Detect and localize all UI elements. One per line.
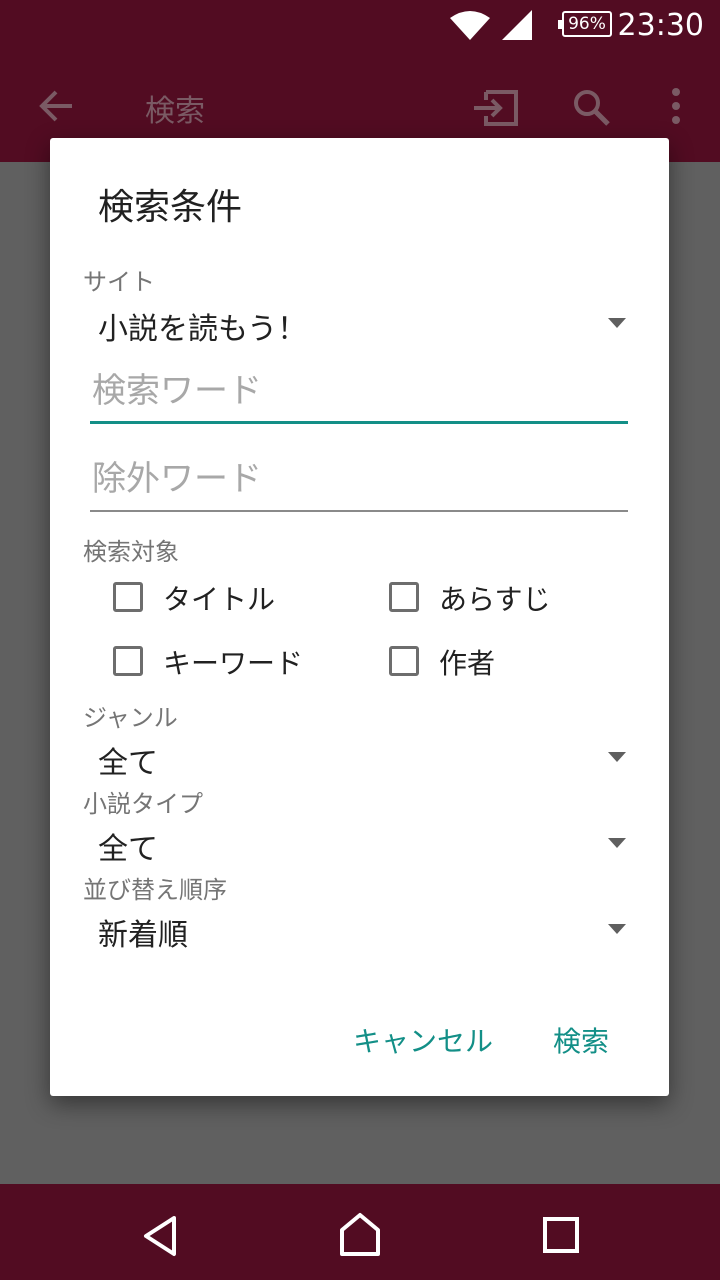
checkbox-box[interactable] <box>113 582 143 612</box>
search-word-input[interactable] <box>90 364 632 418</box>
signal-icon <box>502 10 532 40</box>
sort-order-label: 並び替え順序 <box>83 876 227 904</box>
checkbox-title-label: タイトル <box>163 583 276 616</box>
more-vert-icon[interactable] <box>664 86 688 126</box>
site-label: サイト <box>83 268 155 296</box>
status-time: 23:30 <box>617 8 704 43</box>
site-value: 小説を読もう！ <box>98 312 308 347</box>
app-bar-title: 検索 <box>145 94 205 129</box>
checkbox-synopsis-label: あらすじ <box>439 583 551 616</box>
checkbox-box[interactable] <box>389 646 419 676</box>
novel-type-spinner[interactable]: 全て <box>50 820 669 870</box>
checkbox-keyword-label: キーワード <box>163 647 304 680</box>
battery-percent: 96% <box>568 14 606 34</box>
search-target-label: 検索対象 <box>83 538 179 566</box>
checkbox-author-label: 作者 <box>439 647 496 680</box>
exclude-word-field[interactable] <box>90 452 632 512</box>
exclude-word-input[interactable] <box>90 452 632 506</box>
sort-order-spinner[interactable]: 新着順 <box>50 906 669 956</box>
nav-back-icon[interactable] <box>140 1214 180 1258</box>
exclude-word-underline <box>90 510 628 512</box>
checkbox-box[interactable] <box>389 582 419 612</box>
novel-type-label: 小説タイプ <box>83 790 203 818</box>
genre-label: ジャンル <box>83 704 178 732</box>
dropdown-arrow-icon <box>608 924 626 934</box>
dropdown-arrow-icon <box>608 318 626 328</box>
wifi-icon <box>450 11 490 40</box>
search-icon[interactable] <box>572 88 612 128</box>
genre-value: 全て <box>98 746 158 781</box>
sort-order-value: 新着順 <box>98 918 188 953</box>
dialog-title: 検索条件 <box>98 187 243 228</box>
search-word-underline <box>90 421 628 424</box>
open-in-icon[interactable] <box>472 88 520 128</box>
dropdown-arrow-icon <box>608 838 626 848</box>
genre-spinner[interactable]: 全て <box>50 734 669 784</box>
search-conditions-dialog: 検索条件 サイト 小説を読もう！ 検索対象 タイトル あらすじ キーワード 作者… <box>50 138 669 1096</box>
search-word-field[interactable] <box>90 364 632 424</box>
nav-recents-icon[interactable] <box>542 1216 580 1254</box>
battery-icon: 96% <box>558 11 612 37</box>
dropdown-arrow-icon <box>608 752 626 762</box>
cancel-button[interactable]: キャンセル <box>353 1020 493 1060</box>
checkbox-box[interactable] <box>113 646 143 676</box>
navigation-bar <box>0 1184 720 1280</box>
status-bar: 96% 23:30 <box>0 0 720 52</box>
site-spinner[interactable]: 小説を読もう！ <box>50 300 669 350</box>
search-button[interactable]: 検索 <box>553 1020 609 1060</box>
back-arrow-icon[interactable] <box>36 86 76 126</box>
nav-home-icon[interactable] <box>336 1212 384 1256</box>
novel-type-value: 全て <box>98 832 158 867</box>
